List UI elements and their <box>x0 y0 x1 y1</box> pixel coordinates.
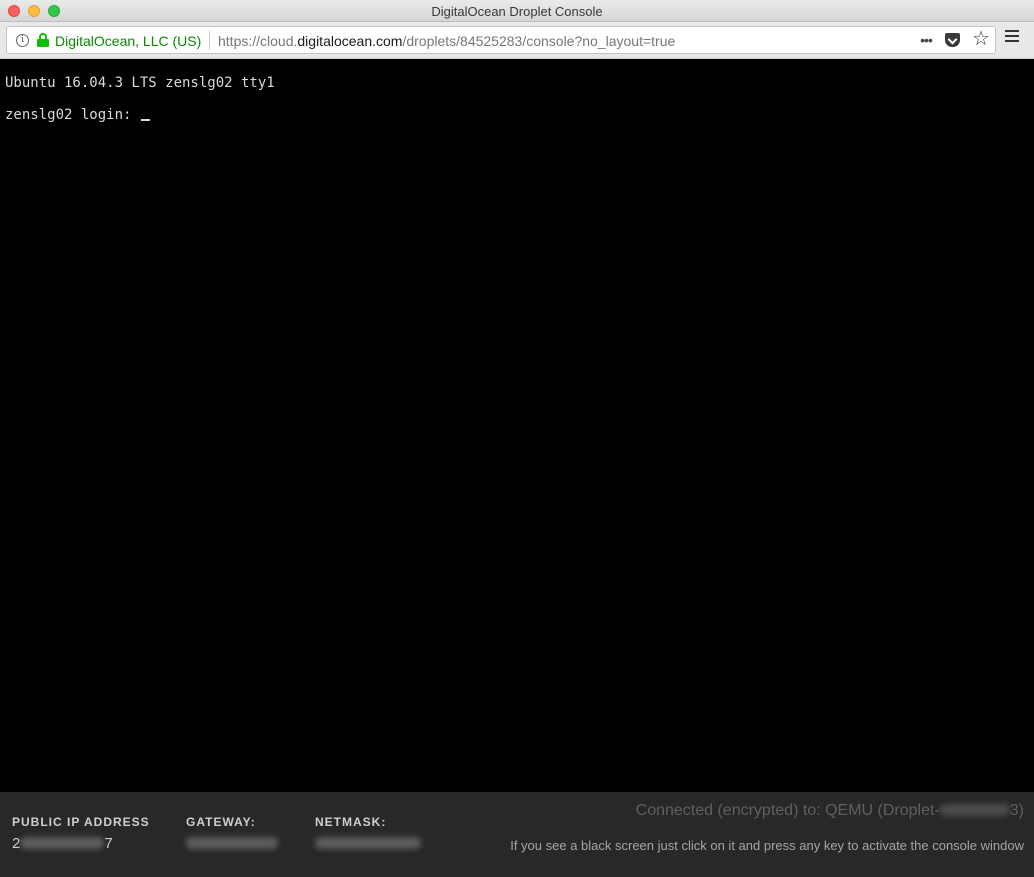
url-domain: digitalocean.com <box>297 33 403 49</box>
gateway-value <box>186 835 278 852</box>
gateway-label: GATEWAY: <box>186 815 256 829</box>
browser-toolbar: i DigitalOcean, LLC (US) https://cloud.d… <box>0 22 1034 59</box>
site-identity[interactable]: DigitalOcean, LLC (US) <box>55 33 201 49</box>
console-banner: Ubuntu 16.04.3 LTS zenslg02 tty1 <box>5 75 275 91</box>
lock-icon[interactable] <box>37 33 49 47</box>
star-icon[interactable]: ☆ <box>971 28 991 50</box>
url-path: /droplets/84525283/console?no_layout=tru… <box>402 33 676 49</box>
console-footer: PUBLIC IP ADDRESS 27 GATEWAY: NETMASK: C… <box>0 792 1034 877</box>
url-separator <box>209 31 210 50</box>
url-text[interactable]: https://cloud.digitalocean.com/droplets/… <box>218 33 675 49</box>
help-text: If you see a black screen just click on … <box>510 838 1024 853</box>
public-ip-value: 27 <box>12 835 113 852</box>
public-ip-start: 2 <box>12 835 21 852</box>
info-icon[interactable]: i <box>16 34 29 47</box>
status-suffix: 3) <box>1009 802 1024 819</box>
console-login-line: zenslg02 login: <box>5 107 150 123</box>
pocket-icon[interactable] <box>945 33 960 47</box>
connection-status: Connected (encrypted) to: QEMU (Droplet-… <box>636 802 1024 820</box>
redacted-netmask <box>315 837 421 849</box>
console-screen[interactable]: Ubuntu 16.04.3 LTS zenslg02 tty1 zenslg0… <box>0 59 1034 792</box>
more-icon[interactable]: ••• <box>915 30 937 50</box>
status-prefix: Connected (encrypted) to: QEMU (Droplet- <box>635 802 940 819</box>
url-prefix: https://cloud. <box>218 33 298 49</box>
login-prompt: zenslg02 login: <box>5 107 140 123</box>
public-ip-end: 7 <box>104 835 113 852</box>
public-ip-label: PUBLIC IP ADDRESS <box>12 815 150 829</box>
title-bar: DigitalOcean Droplet Console <box>0 0 1034 22</box>
redacted-droplet-id <box>939 804 1010 816</box>
url-bar[interactable]: i DigitalOcean, LLC (US) https://cloud.d… <box>6 26 996 54</box>
netmask-label: NETMASK: <box>315 815 387 829</box>
window-title: DigitalOcean Droplet Console <box>431 4 603 19</box>
text-cursor <box>140 119 150 121</box>
menu-icon[interactable] <box>1005 30 1019 42</box>
redacted-gateway <box>186 837 278 849</box>
netmask-value <box>315 835 421 852</box>
redacted-ip <box>20 837 105 849</box>
